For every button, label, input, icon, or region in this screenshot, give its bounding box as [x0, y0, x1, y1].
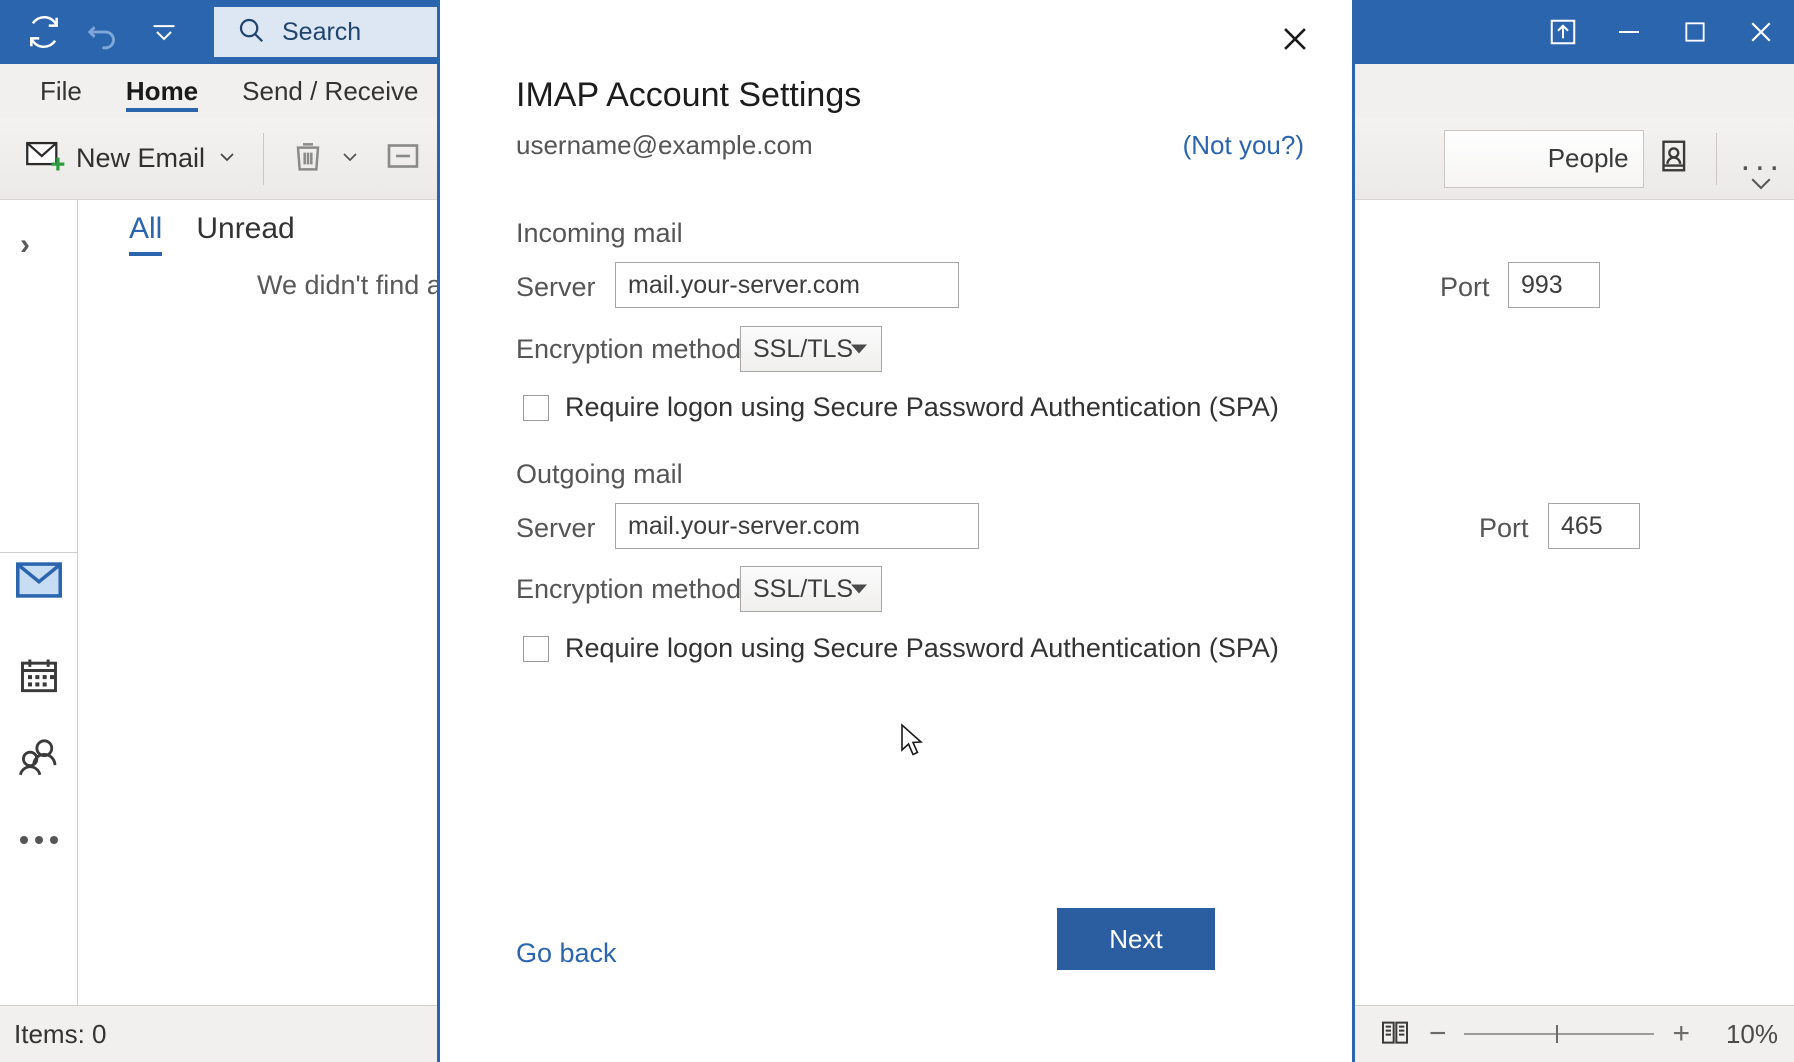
trash-icon: [288, 136, 328, 181]
search-people-input[interactable]: People: [1443, 129, 1644, 188]
chevron-down-icon: [851, 344, 867, 354]
zoom-in-button[interactable]: +: [1672, 1017, 1690, 1051]
outgoing-encryption-value: SSL/TLS: [753, 574, 854, 603]
ribbon-tab-home-label: Home: [125, 75, 199, 106]
address-book-button[interactable]: [1644, 124, 1702, 194]
outgoing-port-label: Port: [1479, 513, 1529, 543]
incoming-encryption-value: SSL/TLS: [753, 334, 854, 363]
search-icon: [236, 15, 266, 50]
ribbon-tab-send-receive-label: Send / Receive: [242, 75, 419, 106]
collapse-ribbon-icon[interactable]: [1746, 168, 1776, 203]
outgoing-spa-label: Require logon using Secure Password Auth…: [565, 633, 1279, 663]
chevron-down-icon: [851, 584, 867, 594]
go-back-link[interactable]: Go back: [516, 938, 617, 969]
incoming-spa-checkbox-row[interactable]: Require logon using Secure Password Auth…: [523, 392, 1279, 423]
undo-icon[interactable]: [74, 4, 134, 60]
ribbon-tab-file[interactable]: File: [18, 64, 104, 118]
ribbon-tab-send-receive[interactable]: Send / Receive: [220, 64, 440, 118]
ribbon-separator: [263, 132, 265, 185]
send-receive-all-icon[interactable]: [14, 4, 74, 60]
ribbon-separator-2: [1715, 132, 1717, 185]
mail-icon: [16, 557, 62, 608]
new-email-icon: [24, 135, 66, 182]
incoming-server-input[interactable]: mail.your-server.com: [615, 262, 959, 308]
filter-tab-all[interactable]: All: [129, 212, 163, 256]
nav-item-more[interactable]: [0, 812, 78, 872]
zoom-level-label[interactable]: 10%: [1708, 1019, 1778, 1050]
zoom-out-button[interactable]: −: [1429, 1017, 1447, 1051]
navigation-rail: ›: [0, 200, 78, 1005]
dialog-title: IMAP Account Settings: [516, 76, 862, 114]
outgoing-server-label: Server: [516, 513, 596, 543]
reading-view-icon[interactable]: [1379, 1016, 1411, 1053]
incoming-server-label: Server: [516, 272, 596, 302]
outlook-window: Search File Home Send / Receive New Emai…: [0, 0, 1794, 1062]
window-controls: [1530, 0, 1794, 64]
nav-item-mail[interactable]: [0, 552, 78, 612]
delete-button[interactable]: [278, 124, 372, 194]
outgoing-server-input[interactable]: mail.your-server.com: [615, 503, 979, 549]
incoming-mail-section-label: Incoming mail: [516, 218, 683, 248]
incoming-spa-label: Require logon using Secure Password Auth…: [565, 392, 1279, 422]
outgoing-spa-checkbox[interactable]: [523, 635, 549, 662]
search-people-label: People: [1547, 143, 1629, 173]
new-email-chevron-down-icon[interactable]: [215, 144, 239, 173]
outgoing-encryption-select[interactable]: SSL/TLS: [740, 566, 882, 612]
archive-icon: [382, 135, 424, 182]
outgoing-spa-checkbox-row[interactable]: Require logon using Secure Password Auth…: [523, 633, 1279, 664]
message-filter-tabs: All Unread: [129, 212, 295, 256]
new-email-label: New Email: [76, 143, 206, 173]
ribbon-tab-file-label: File: [40, 75, 82, 106]
archive-button[interactable]: [372, 124, 434, 194]
incoming-encryption-label: Encryption method: [516, 334, 742, 364]
more-options-icon: [16, 833, 62, 852]
close-icon[interactable]: [1728, 0, 1794, 64]
filter-tab-unread[interactable]: Unread: [196, 212, 294, 256]
incoming-port-label: Port: [1440, 272, 1490, 302]
nav-item-people[interactable]: [0, 730, 78, 790]
zoom-slider-thumb[interactable]: [1556, 1025, 1559, 1043]
outgoing-mail-section-label: Outgoing mail: [516, 459, 683, 489]
search-placeholder: Search: [282, 17, 362, 46]
filter-tab-all-label: All: [129, 212, 163, 245]
incoming-port-input[interactable]: 993: [1508, 262, 1600, 308]
dialog-close-icon[interactable]: [1268, 12, 1322, 66]
not-you-link[interactable]: (Not you?): [1183, 130, 1304, 161]
maximize-icon[interactable]: [1662, 0, 1728, 64]
new-email-button[interactable]: New Email: [14, 124, 249, 194]
expand-folder-pane-button[interactable]: ›: [20, 228, 30, 262]
nav-item-calendar[interactable]: [0, 648, 78, 708]
status-zoom-controls: − + 10%: [1379, 1016, 1778, 1053]
zoom-slider[interactable]: [1464, 1025, 1655, 1043]
minimize-icon[interactable]: [1596, 0, 1662, 64]
imap-account-settings-dialog: IMAP Account Settings username@example.c…: [437, 0, 1640, 1062]
ribbon-tab-home[interactable]: Home: [104, 64, 220, 118]
incoming-encryption-select[interactable]: SSL/TLS: [740, 326, 882, 372]
dialog-account-email: username@example.com: [516, 130, 813, 160]
restore-down-ribbon-icon[interactable]: [1530, 0, 1596, 64]
calendar-icon: [17, 654, 61, 703]
customize-quick-access-toolbar-icon[interactable]: [134, 4, 194, 60]
mouse-cursor: [900, 723, 926, 766]
address-book-icon: [1654, 137, 1692, 180]
incoming-spa-checkbox[interactable]: [523, 394, 549, 421]
people-icon: [16, 735, 62, 786]
delete-chevron-down-icon[interactable]: [338, 144, 362, 173]
next-button[interactable]: Next: [1057, 908, 1215, 970]
filter-tab-unread-label: Unread: [196, 212, 295, 245]
outgoing-port-input[interactable]: 465: [1548, 503, 1640, 549]
outgoing-encryption-label: Encryption method: [516, 574, 742, 604]
status-items-count: Items: 0: [14, 1018, 107, 1049]
